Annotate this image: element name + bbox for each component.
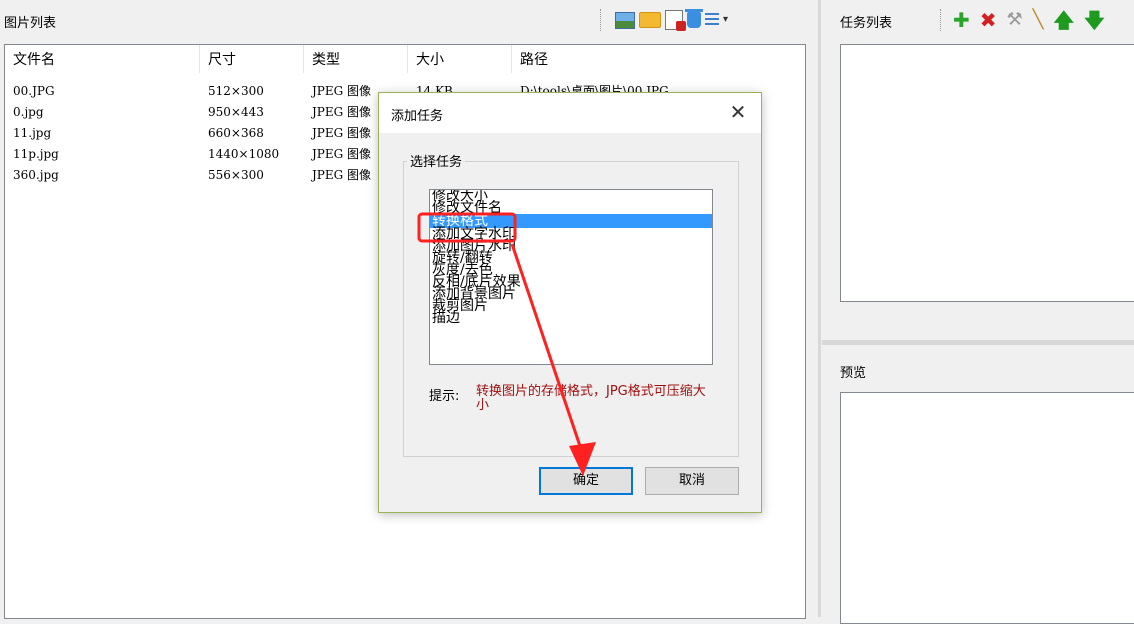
arrow-down-icon[interactable]: 🡇 — [1084, 8, 1105, 32]
column-filename[interactable]: 文件名 — [5, 45, 200, 73]
cell-filename: 11p.jpg — [13, 147, 59, 161]
horizontal-splitter[interactable] — [822, 340, 1134, 345]
cell-dimensions: 512×300 — [208, 84, 264, 98]
cell-type: JPEG 图像 — [312, 168, 372, 182]
image-icon[interactable] — [615, 11, 635, 29]
cell-type: JPEG 图像 — [312, 126, 372, 140]
cell-filename: 11.jpg — [13, 126, 52, 140]
vertical-splitter[interactable] — [812, 0, 822, 617]
cell-type: JPEG 图像 — [312, 105, 372, 119]
cell-filename: 0.jpg — [13, 105, 44, 119]
hint-text: 转换图片的存储格式，JPG格式可压缩大小 — [476, 384, 706, 413]
delete-icon[interactable]: ✖ — [980, 8, 997, 32]
ok-button[interactable]: 确定 — [539, 467, 633, 495]
cell-type: JPEG 图像 — [312, 147, 372, 161]
task-list[interactable] — [840, 44, 1134, 302]
wrench-icon[interactable]: ⚒ — [1007, 8, 1023, 32]
trash-icon[interactable] — [685, 9, 703, 28]
cell-type: JPEG 图像 — [312, 84, 372, 98]
groupbox-label: 选择任务 — [407, 151, 466, 170]
task-toolbar: ✚ ✖ ⚒ ╲ 🡅 🡇 — [940, 6, 1105, 34]
column-size[interactable]: 大小 — [408, 45, 512, 73]
list-header: 文件名 尺寸 类型 大小 路径 — [5, 45, 805, 73]
cell-dimensions: 556×300 — [208, 168, 264, 182]
option-crop[interactable]: 裁剪图片 — [430, 299, 712, 313]
toolbar-separator — [600, 9, 603, 31]
task-panel: 任务列表 ✚ ✖ ⚒ ╲ 🡅 🡇 预览 — [822, 0, 1134, 624]
folder-icon[interactable] — [639, 12, 661, 28]
add-task-dialog: 添加任务 ✕ 选择任务 修改大小 修改文件名 转换格式 添加文字水印 添加图片水… — [378, 92, 762, 513]
preview-title: 预览 — [840, 366, 867, 381]
cell-dimensions: 1440×1080 — [208, 147, 280, 161]
image-list-title: 图片列表 — [4, 16, 57, 31]
toolbar-separator — [940, 9, 943, 31]
broom-icon[interactable]: ╲ — [1033, 8, 1044, 32]
dialog-titlebar[interactable]: 添加任务 ✕ — [379, 93, 761, 133]
dialog-title: 添加任务 — [391, 109, 444, 124]
add-icon[interactable]: ✚ — [953, 8, 970, 32]
close-icon[interactable]: ✕ — [725, 99, 751, 125]
cell-filename: 00.JPG — [13, 84, 55, 98]
cell-dimensions: 660×368 — [208, 126, 264, 140]
cancel-button[interactable]: 取消 — [645, 467, 739, 495]
task-list-title: 任务列表 — [840, 16, 893, 31]
preview-area — [840, 392, 1134, 624]
arrow-up-icon[interactable]: 🡅 — [1054, 8, 1075, 32]
delete-document-icon[interactable] — [665, 10, 686, 31]
column-path[interactable]: 路径 — [512, 45, 807, 73]
task-options-listbox[interactable]: 修改大小 修改文件名 转换格式 添加文字水印 添加图片水印 旋转/翻转 灰度/去… — [429, 189, 713, 365]
dropdown-arrow-icon[interactable]: ▾ — [723, 11, 731, 29]
column-dimensions[interactable]: 尺寸 — [200, 45, 304, 73]
column-type[interactable]: 类型 — [304, 45, 408, 73]
cell-filename: 360.jpg — [13, 168, 59, 182]
hint-label: 提示: — [429, 389, 460, 404]
cell-dimensions: 950×443 — [208, 105, 264, 119]
list-menu-icon[interactable] — [705, 13, 719, 27]
image-list-toolbar: ▾ — [600, 8, 731, 32]
